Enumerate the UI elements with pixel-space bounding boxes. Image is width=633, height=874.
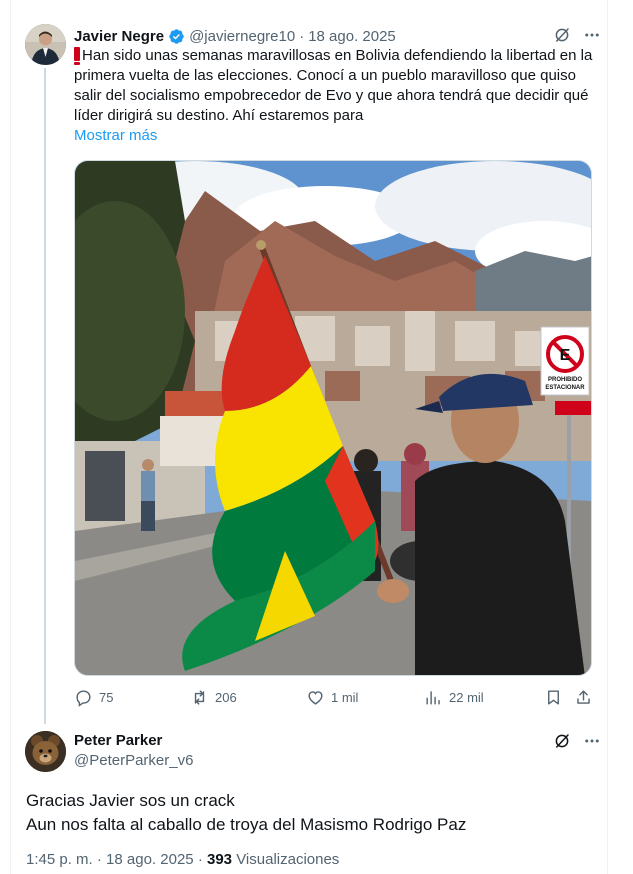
separator-dot: ·	[299, 27, 305, 45]
separator-dot: ·	[96, 851, 107, 868]
bookmark-button[interactable]	[544, 688, 563, 707]
like-count: 1 mil	[331, 690, 359, 705]
author-name[interactable]: Javier Negre	[74, 28, 164, 45]
reply-button[interactable]: 75	[74, 688, 113, 707]
tweet-date[interactable]: 18 ago. 2025	[308, 28, 396, 45]
grok-icon[interactable]	[553, 732, 571, 750]
tweet-header-actions	[553, 26, 601, 44]
thread-connector-line	[44, 68, 46, 724]
reply-author-name[interactable]: Peter Parker	[74, 732, 162, 749]
views-icon	[426, 691, 440, 705]
repost-icon	[194, 690, 205, 705]
tweet-header: Javier Negre @javiernegre10 · 18 ago. 20…	[74, 26, 396, 46]
bookmark-icon	[548, 690, 559, 705]
author-avatar[interactable]	[25, 24, 66, 65]
show-more-link[interactable]: Mostrar más	[74, 127, 157, 144]
repost-button[interactable]: 206	[190, 688, 237, 707]
reply-author-handle[interactable]: @PeterParker_v6	[74, 752, 193, 769]
reply-text-line2: Aun nos falta al caballo de troya del Ma…	[26, 815, 467, 834]
reply-text: Gracias Javier sos un crack Aun nos falt…	[26, 789, 586, 837]
reply-count: 75	[99, 690, 114, 705]
tweet-text: Han sido unas semanas maravillosas en Bo…	[74, 46, 594, 126]
verified-badge-icon	[169, 28, 184, 44]
reply-metadata: 1:45 p. m. · 18 ago. 2025 · 393 Visualiz…	[26, 851, 339, 868]
reply-views-count: 393	[206, 851, 233, 868]
double-exclamation-emoji-icon	[74, 47, 80, 65]
tweet-body: Han sido unas semanas maravillosas en Bo…	[74, 47, 593, 124]
share-icon	[577, 690, 590, 704]
reply-time[interactable]: 1:45 p. m.	[26, 851, 93, 868]
share-button[interactable]	[574, 688, 593, 707]
reply-header-actions	[553, 732, 601, 750]
sign-letter: E	[560, 347, 571, 364]
view-count: 22 mil	[449, 690, 484, 705]
grok-icon[interactable]	[553, 26, 571, 44]
like-icon	[308, 691, 323, 705]
tweet-action-bar: 75 206 1 mil 22 mil	[74, 688, 592, 710]
reply-icon	[76, 690, 91, 707]
separator-dot: ·	[197, 851, 207, 868]
views-button[interactable]: 22 mil	[424, 688, 484, 707]
more-icon[interactable]	[583, 26, 601, 44]
more-icon[interactable]	[583, 732, 601, 750]
repost-count: 206	[215, 690, 237, 705]
sign-text-line2: ESTACIONAR	[545, 385, 585, 391]
like-button[interactable]: 1 mil	[306, 688, 358, 707]
sign-text-line1: PROHIBIDO	[548, 377, 582, 383]
tweet-photo[interactable]: E PROHIBIDO ESTACIONAR	[74, 160, 592, 676]
reply-date[interactable]: 18 ago. 2025	[106, 851, 194, 868]
author-handle[interactable]: @javiernegre10	[189, 28, 295, 45]
reply-text-line1: Gracias Javier sos un crack	[26, 791, 235, 810]
reply-author-avatar[interactable]	[25, 731, 66, 772]
reply-views-label: Visualizaciones	[236, 851, 340, 868]
